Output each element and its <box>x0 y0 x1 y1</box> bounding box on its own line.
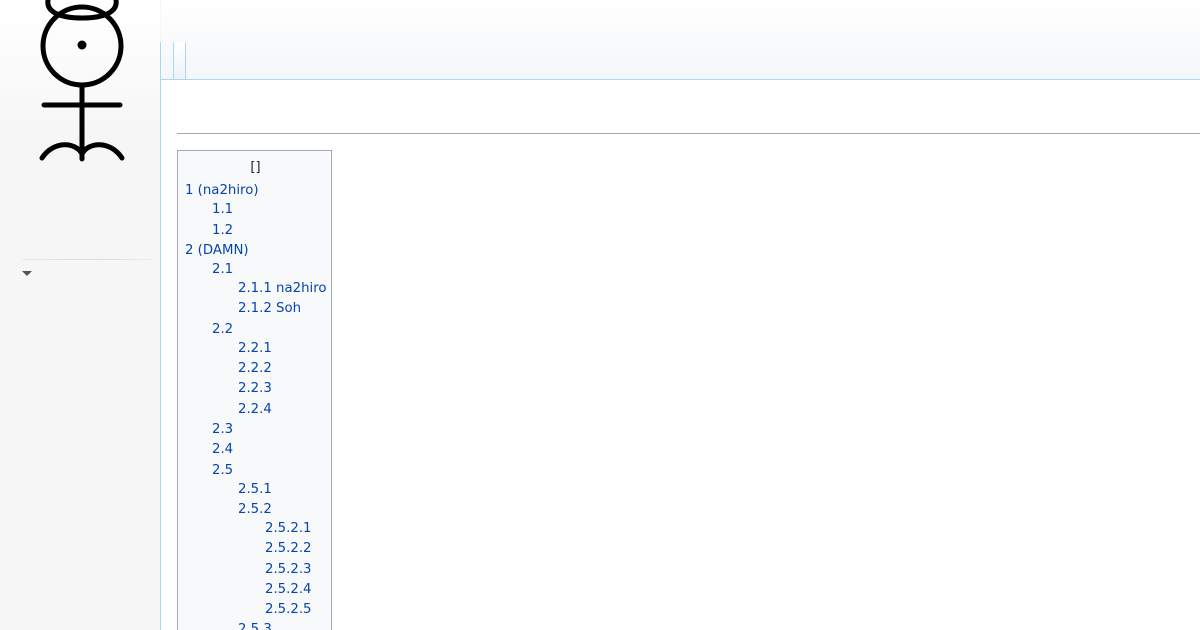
toc-item-2-4[interactable]: 2.4 <box>212 442 233 458</box>
toc-item-2-1-1[interactable]: 2.1.1 na2hiro <box>238 281 327 297</box>
toc-item-2-3[interactable]: 2.3 <box>212 422 233 438</box>
wiki-page: [] 1 (na2hiro) 1.1 1.2 2 (DAMN) 2.1 2.1.… <box>0 0 1200 630</box>
toc-item-2-2-1[interactable]: 2.2.1 <box>238 341 272 357</box>
toc-item-1-2[interactable]: 1.2 <box>212 223 233 239</box>
toc-item-2-5-1[interactable]: 2.5.1 <box>238 482 272 498</box>
header-area <box>161 0 1200 80</box>
toc-item-1-1[interactable]: 1.1 <box>212 202 233 218</box>
toc-item-2-5-2[interactable]: 2.5.2 <box>238 502 272 518</box>
toc-item-2-2-3[interactable]: 2.2.3 <box>238 381 272 397</box>
sidebar <box>0 0 160 630</box>
toc-item-2-5-2-1[interactable]: 2.5.2.1 <box>265 521 312 537</box>
toc-item-2-5[interactable]: 2.5 <box>212 463 233 479</box>
toc-item-2[interactable]: 2 (DAMN) <box>185 243 249 259</box>
toc-item-2-1-2[interactable]: 2.1.2 Soh <box>238 301 301 317</box>
page-title-rule <box>177 133 1200 134</box>
sidebar-divider <box>22 259 154 260</box>
toc-item-2-5-2-4[interactable]: 2.5.2.4 <box>265 582 312 598</box>
toc-item-2-5-2-2[interactable]: 2.5.2.2 <box>265 541 312 557</box>
toc-item-1[interactable]: 1 (na2hiro) <box>185 183 259 199</box>
toc-title[interactable]: [] <box>178 160 333 175</box>
site-logo-icon[interactable] <box>20 0 144 166</box>
toc-item-2-5-2-3[interactable]: 2.5.2.3 <box>265 562 312 578</box>
toc-item-2-2-2[interactable]: 2.2.2 <box>238 361 272 377</box>
toc-item-2-2-4[interactable]: 2.2.4 <box>238 402 272 418</box>
table-of-contents: [] 1 (na2hiro) 1.1 1.2 2 (DAMN) 2.1 2.1.… <box>177 150 332 630</box>
toc-item-2-2[interactable]: 2.2 <box>212 322 233 338</box>
toc-item-2-5-2-5[interactable]: 2.5.2.5 <box>265 602 312 618</box>
toc-item-2-1[interactable]: 2.1 <box>212 262 233 278</box>
page-tab[interactable] <box>173 42 186 79</box>
toc-item-2-5-3[interactable]: 2.5.3 <box>238 622 272 630</box>
main-content: [] 1 (na2hiro) 1.1 1.2 2 (DAMN) 2.1 2.1.… <box>161 79 1200 630</box>
triangle-down-icon[interactable] <box>22 271 32 276</box>
